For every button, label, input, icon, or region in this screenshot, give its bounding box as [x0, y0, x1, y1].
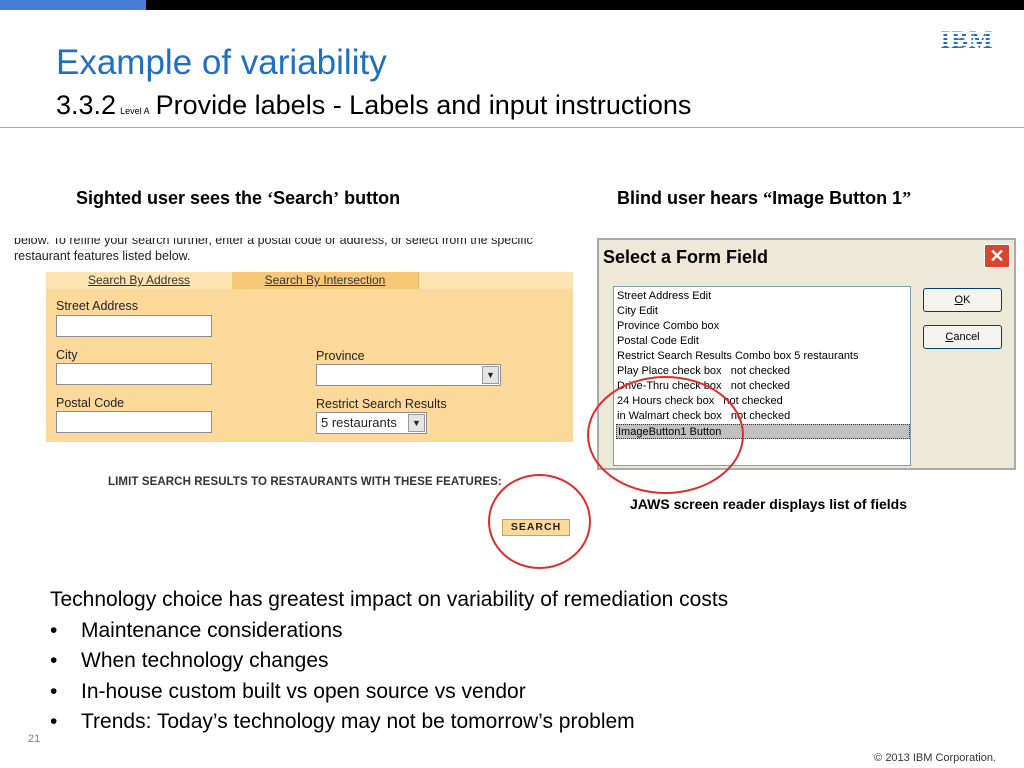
jaws-caption: JAWS screen reader displays list of fiel… [630, 496, 907, 512]
blind-user-caption: Blind user hears “Image Button 1” [617, 188, 912, 208]
highlight-circle-list [587, 376, 744, 494]
form-intro-text: below. To refine your search further, en… [14, 232, 574, 272]
street-address-label: Street Address [56, 299, 138, 313]
slide-title: Example of variability [56, 43, 387, 82]
postal-code-label: Postal Code [56, 396, 125, 410]
sighted-user-caption: Sighted user sees the ‘Search’ button [76, 188, 401, 208]
level-label: Level A [120, 106, 150, 116]
top-bar [0, 0, 1024, 10]
city-input[interactable] [56, 363, 212, 385]
province-select[interactable]: ▼ [316, 364, 501, 386]
chevron-down-icon[interactable]: ▼ [408, 414, 425, 432]
list-item[interactable]: Restrict Search Results Combo box 5 rest… [616, 349, 910, 364]
restrict-results-label: Restrict Search Results [316, 397, 447, 411]
city-label: City [56, 348, 78, 362]
list-item[interactable]: Postal Code Edit [616, 334, 910, 349]
cancel-button[interactable]: Cancel [923, 325, 1002, 349]
list-item[interactable]: Street Address Edit [616, 289, 910, 304]
province-label: Province [316, 349, 365, 363]
tab-spacer [418, 272, 573, 289]
ok-button[interactable]: OK [923, 288, 1002, 312]
tab-search-by-intersection[interactable]: Search By Intersection [232, 272, 418, 289]
bullet-list: • Maintenance considerations • When techno… [50, 616, 728, 738]
bullet-item: • When technology changes [50, 649, 329, 672]
limit-results-heading: LIMIT SEARCH RESULTS TO RESTAURANTS WITH… [108, 476, 502, 488]
bullet-item: • Trends: Today’s technology may not be t… [50, 710, 635, 733]
slide-subtitle: 3.3.2 Level A Provide labels - Labels and … [56, 88, 691, 128]
restrict-results-value: 5 restaurants [321, 415, 397, 430]
body-text: Technology choice has greatest impact on… [50, 585, 728, 738]
bullet-item: • Maintenance considerations [50, 618, 343, 642]
highlight-circle-search [488, 474, 591, 569]
title-divider [0, 127, 1024, 128]
close-icon[interactable]: ✕ [984, 244, 1010, 268]
body-lead: Technology choice has greatest impact on… [50, 588, 729, 611]
postal-code-input[interactable] [56, 411, 212, 433]
subtitle-text: Provide labels - Labels and input instru… [155, 90, 692, 120]
search-form-panel: Search By Address Search By Intersection… [46, 272, 573, 442]
list-item[interactable]: City Edit [616, 304, 910, 319]
ibm-logo: IBM [938, 28, 996, 54]
chevron-down-icon[interactable]: ▼ [482, 366, 499, 384]
subtitle-number: 3.3.2 [56, 90, 117, 120]
form-intro-line-2: restaurant features listed below. [14, 249, 191, 263]
copyright: © 2013 IBM Corporation. [874, 752, 996, 764]
bullet-item: • In-house custom built vs open source vs… [50, 679, 526, 703]
tab-search-by-address[interactable]: Search By Address [46, 272, 232, 289]
dialog-title: Select a Form Field [603, 247, 769, 267]
street-address-input[interactable] [56, 315, 212, 337]
top-bar-accent [0, 0, 146, 10]
list-item[interactable]: Province Combo box [616, 319, 910, 334]
slide-number: 21 [28, 733, 41, 745]
restrict-results-select[interactable]: 5 restaurants ▼ [316, 412, 427, 434]
